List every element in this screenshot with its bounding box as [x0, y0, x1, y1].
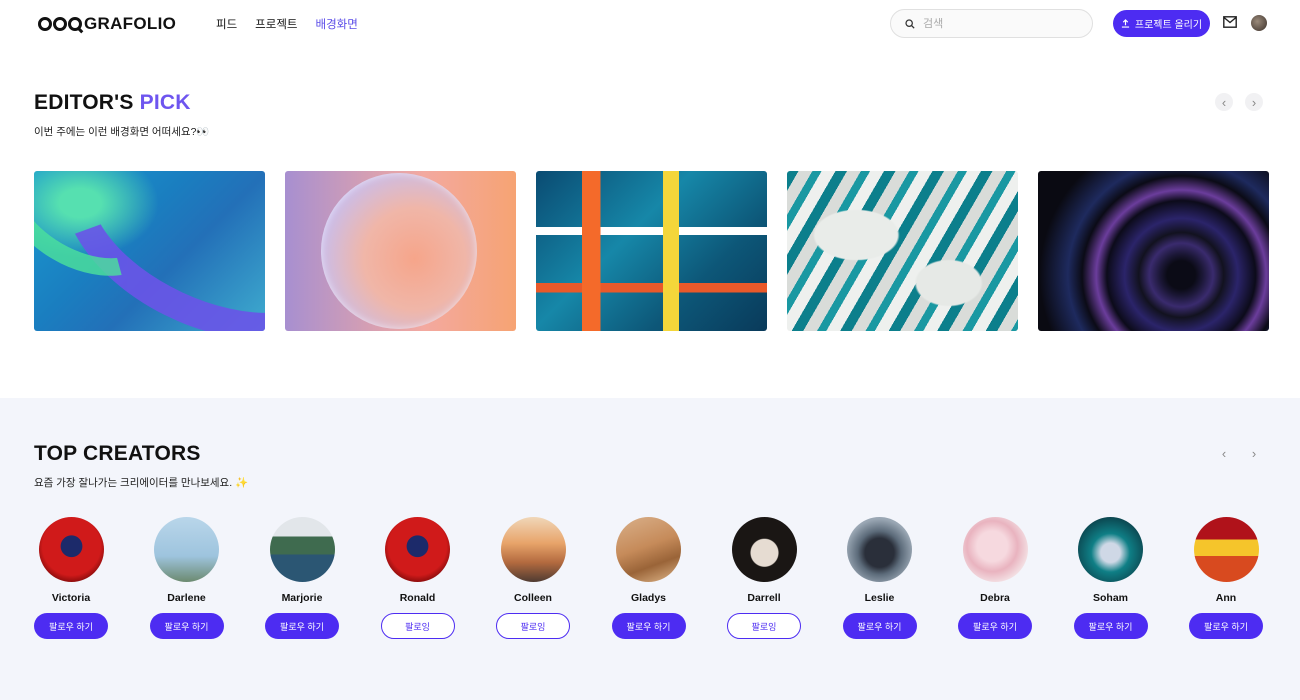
creator-name[interactable]: Darlene [167, 592, 206, 605]
grafolio-logo[interactable]: GRAFOLIO [38, 14, 176, 34]
upload-project-button[interactable]: 프로젝트 올리기 [1113, 10, 1210, 37]
creator-name[interactable]: Leslie [865, 592, 895, 605]
avatar[interactable] [1193, 517, 1259, 582]
follow-button[interactable]: 팔로우 하기 [1073, 613, 1148, 639]
creator-item: Colleen 팔로잉 [496, 517, 570, 639]
editors-pick-arrows: ‹ › [1215, 93, 1263, 111]
creators-list: Victoria 팔로우 하기 Darlene 팔로우 하기 Marjorie … [34, 517, 1263, 639]
follow-button[interactable]: 팔로우 하기 [1189, 613, 1263, 639]
creator-name[interactable]: Colleen [514, 592, 552, 605]
avatar[interactable] [154, 517, 219, 582]
creator-item: Debra 팔로우 하기 [958, 517, 1032, 639]
avatar[interactable] [731, 517, 797, 582]
creator-name[interactable]: Ann [1216, 592, 1236, 605]
search-bar[interactable] [890, 9, 1093, 38]
following-button[interactable]: 팔로잉 [727, 613, 801, 639]
follow-button[interactable]: 팔로우 하기 [149, 613, 224, 639]
creator-name[interactable]: Gladys [631, 592, 666, 605]
editors-pick-cards [34, 171, 1269, 331]
avatar[interactable] [962, 517, 1028, 582]
follow-button[interactable]: 팔로우 하기 [265, 613, 339, 639]
profile-avatar[interactable] [1251, 15, 1267, 31]
search-icon [905, 18, 915, 29]
top-creators-arrows: ‹ › [1215, 444, 1263, 462]
creator-name[interactable]: Darrell [747, 592, 780, 605]
avatar[interactable] [847, 517, 912, 582]
logo-mark-icon [38, 17, 82, 31]
search-input[interactable] [923, 17, 1073, 30]
wallpaper-card[interactable] [1038, 171, 1269, 331]
creator-item: Leslie 팔로우 하기 [842, 517, 917, 639]
top-header: GRAFOLIO 피드 프로젝트 배경화면 프로젝트 올리기 [0, 0, 1300, 48]
creator-item: Darrell 팔로잉 [727, 517, 801, 639]
title-accent: PICK [139, 91, 191, 114]
follow-button[interactable]: 팔로우 하기 [842, 613, 917, 639]
main-nav: 피드 프로젝트 배경화면 [216, 16, 358, 32]
creator-item: Gladys 팔로우 하기 [611, 517, 686, 639]
creator-name[interactable]: Marjorie [282, 592, 323, 605]
chevron-left-icon[interactable]: ‹ [1215, 444, 1233, 462]
upload-label: 프로젝트 올리기 [1134, 20, 1203, 31]
creator-item: Marjorie 팔로우 하기 [265, 517, 339, 639]
avatar[interactable] [385, 517, 450, 582]
creator-name[interactable]: Victoria [52, 592, 90, 605]
avatar[interactable] [500, 517, 566, 582]
creator-item: Darlene 팔로우 하기 [149, 517, 224, 639]
wallpaper-card[interactable] [536, 171, 767, 331]
follow-button[interactable]: 팔로우 하기 [611, 613, 686, 639]
top-creators-subtitle: 요즘 가장 잘나가는 크리에이터를 만나보세요. ✨ [34, 477, 249, 489]
wallpaper-card[interactable] [34, 171, 265, 331]
avatar[interactable] [38, 517, 104, 582]
editors-pick-subtitle: 이번 주에는 이런 배경화면 어떠세요?👀 [34, 126, 210, 138]
creator-item: Victoria 팔로우 하기 [34, 517, 108, 639]
title-main: EDITOR'S [34, 91, 134, 114]
nav-wallpapers[interactable]: 배경화면 [316, 16, 358, 32]
creator-item: Ronald 팔로잉 [380, 517, 455, 639]
creator-name[interactable]: Debra [980, 592, 1010, 605]
wallpaper-card[interactable] [285, 171, 516, 331]
chevron-right-icon[interactable]: › [1245, 444, 1263, 462]
following-button[interactable]: 팔로잉 [496, 613, 570, 639]
creator-name[interactable]: Soham [1093, 592, 1128, 605]
avatar[interactable] [616, 517, 681, 582]
top-creators-title: TOP CREATORS [34, 442, 201, 465]
avatar[interactable] [269, 517, 335, 582]
nav-feed[interactable]: 피드 [216, 16, 237, 32]
nav-projects[interactable]: 프로젝트 [255, 16, 297, 32]
creator-item: Soham 팔로우 하기 [1073, 517, 1148, 639]
mail-icon[interactable] [1223, 16, 1237, 28]
creator-name[interactable]: Ronald [400, 592, 436, 605]
follow-button[interactable]: 팔로우 하기 [958, 613, 1032, 639]
avatar[interactable] [1078, 517, 1143, 582]
wallpaper-card[interactable] [787, 171, 1018, 331]
creator-item: Ann 팔로우 하기 [1189, 517, 1263, 639]
upload-icon [1121, 19, 1130, 28]
following-button[interactable]: 팔로잉 [380, 613, 455, 639]
chevron-left-icon[interactable]: ‹ [1215, 93, 1233, 111]
logo-text: GRAFOLIO [84, 14, 177, 33]
follow-button[interactable]: 팔로우 하기 [34, 613, 108, 639]
chevron-right-icon[interactable]: › [1245, 93, 1263, 111]
editors-pick-title: EDITOR'S PICK [34, 91, 191, 115]
